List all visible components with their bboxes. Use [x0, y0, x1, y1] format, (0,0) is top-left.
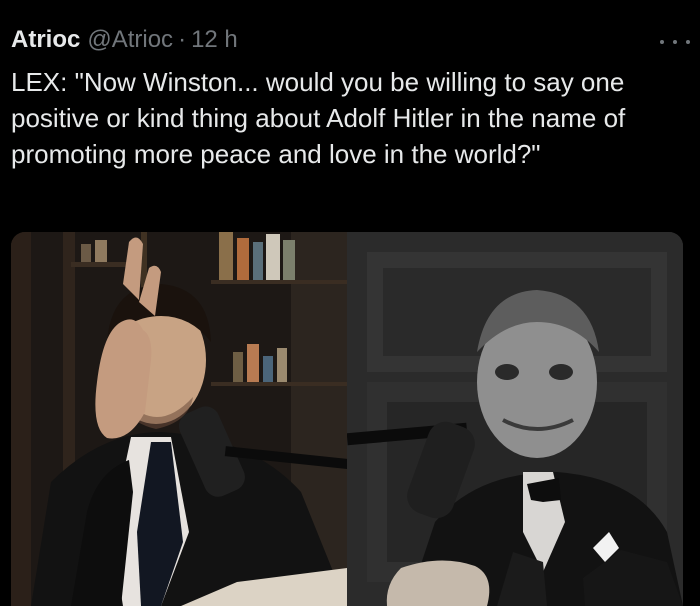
dot [686, 40, 690, 44]
man-in-suit-podcast-image [11, 232, 347, 606]
tweet-header: Atrioc @Atrioc · 12 h [11, 22, 680, 58]
image-left[interactable] [11, 232, 347, 606]
dot [673, 40, 677, 44]
tweet: Atrioc @Atrioc · 12 h LEX: "Now Winston.… [0, 0, 700, 606]
author-handle[interactable]: @Atrioc [87, 25, 173, 55]
more-horizontal-icon[interactable] [660, 36, 690, 48]
separator: · [178, 26, 187, 53]
image-right[interactable] [347, 232, 683, 606]
portrait-photo-image [347, 232, 683, 606]
tweet-text: LEX: "Now Winston... would you be willin… [11, 67, 633, 169]
author-name[interactable]: Atrioc [11, 25, 80, 55]
dot [660, 40, 664, 44]
tweet-media[interactable] [11, 232, 683, 606]
timestamp[interactable]: 12 h [191, 25, 238, 55]
